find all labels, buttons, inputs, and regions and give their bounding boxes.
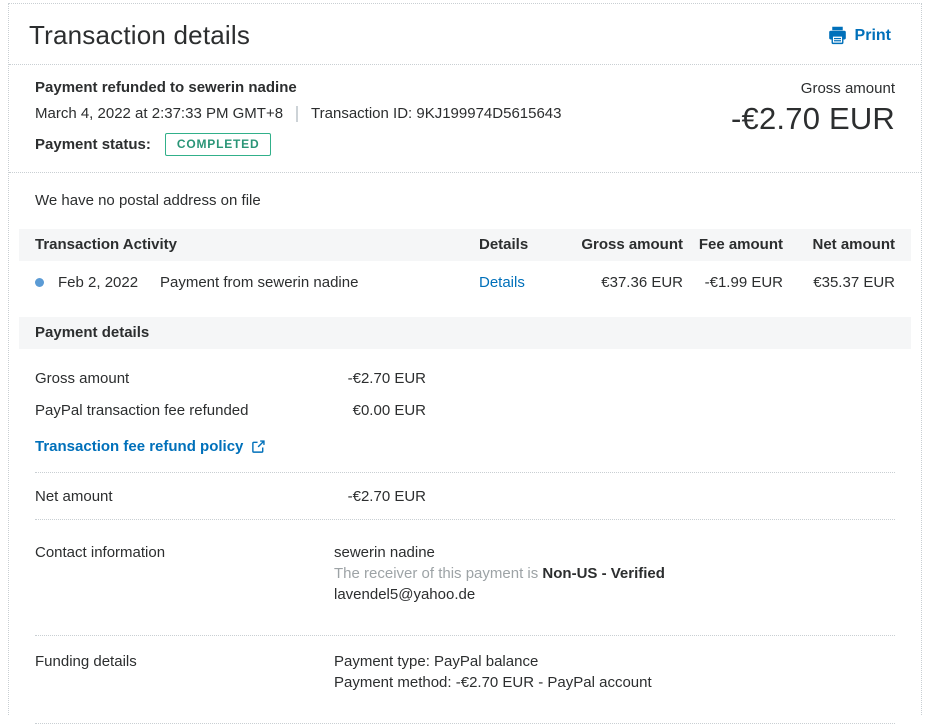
summary-left: Payment refunded to sewerin nadine March… [35, 79, 562, 156]
net-amount-row: Net amount -€2.70 EUR [35, 479, 895, 514]
fee-refunded-row: PayPal transaction fee refunded €0.00 EU… [35, 396, 895, 428]
transaction-id: Transaction ID: 9KJ199974D5615643 [311, 105, 562, 122]
printer-icon [827, 25, 848, 46]
column-header-gross: Gross amount [581, 236, 683, 253]
summary-section: Payment refunded to sewerin nadine March… [9, 65, 921, 173]
net-amount-row-label: Net amount [35, 488, 113, 505]
contact-name: sewerin nadine [334, 544, 435, 561]
activity-title: Transaction Activity [35, 236, 177, 253]
column-header-fee: Fee amount [698, 236, 783, 253]
column-header-details: Details [479, 236, 529, 253]
status-row: Payment status: COMPLETED [35, 133, 562, 156]
row-description: Payment from sewerin nadine [160, 274, 359, 291]
funding-payment-method: Payment method: -€2.70 EUR - PayPal acco… [334, 674, 652, 691]
gross-amount-value: -€2.70 EUR [731, 101, 895, 136]
row-fee-amount: -€1.99 EUR [704, 274, 783, 291]
contact-information-value: sewerin nadine The receiver of this paym… [334, 542, 895, 605]
payment-details-title: Payment details [35, 324, 150, 341]
divider [35, 472, 895, 473]
gross-amount-label: Gross amount [800, 80, 895, 97]
fee-refunded-row-value: €0.00 EUR [352, 402, 426, 419]
payment-details-section: Gross amount -€2.70 EUR PayPal transacti… [9, 349, 921, 724]
row-details-link[interactable]: Details [479, 274, 541, 291]
funding-details-value: Payment type: PayPal balance Payment met… [334, 651, 895, 693]
gross-amount-row-value: -€2.70 EUR [347, 370, 426, 387]
postal-note: We have no postal address on file [35, 192, 261, 209]
page-header: Transaction details Print [9, 4, 921, 65]
summary-right: Gross amount -€2.70 EUR [731, 79, 895, 156]
fee-refunded-row-label: PayPal transaction fee refunded [35, 402, 249, 419]
row-gross-amount: €37.36 EUR [601, 274, 683, 291]
contact-information-label: Contact information [35, 544, 166, 561]
gross-amount-row: Gross amount -€2.70 EUR [35, 361, 895, 396]
receiver-status: Non-US - Verified [542, 565, 665, 582]
payment-status-label: Payment status: [35, 136, 151, 153]
gross-amount-row-label: Gross amount [35, 370, 130, 387]
column-header-net: Net amount [812, 236, 896, 253]
row-left: Feb 2, 2022 Payment from sewerin nadine [35, 274, 479, 291]
print-button-label: Print [854, 26, 891, 44]
transaction-details-page: Transaction details Print Payment refund… [8, 3, 922, 724]
page-title: Transaction details [29, 20, 251, 50]
row-net-amount: €35.37 EUR [813, 274, 895, 291]
activity-header: Transaction Activity Details Gross amoun… [19, 229, 911, 261]
print-button[interactable]: Print [827, 25, 891, 46]
table-row: Feb 2, 2022 Payment from sewerin nadine … [19, 261, 911, 305]
payment-details-header: Payment details [19, 317, 911, 349]
status-dot-icon [35, 278, 44, 287]
status-badge: COMPLETED [164, 133, 272, 156]
funding-details-label: Funding details [35, 653, 137, 670]
contact-email: lavendel5@yahoo.de [334, 586, 476, 603]
transaction-date: March 4, 2022 at 2:37:33 PM GMT+8 [35, 105, 284, 122]
external-link-icon [251, 439, 266, 454]
date-row: March 4, 2022 at 2:37:33 PM GMT+8 Transa… [35, 105, 562, 122]
receiver-note: The receiver of this payment is [334, 565, 543, 582]
funding-details-row: Funding details Payment type: PayPal bal… [35, 636, 895, 715]
net-amount-row-value: -€2.70 EUR [347, 488, 426, 505]
funding-payment-type: Payment type: PayPal balance [334, 653, 539, 670]
payment-title: Payment refunded to sewerin nadine [35, 79, 297, 96]
policy-row: Transaction fee refund policy [35, 428, 895, 467]
contact-receiver-line: The receiver of this payment is Non-US -… [334, 563, 895, 584]
vertical-divider [296, 105, 299, 122]
row-date: Feb 2, 2022 [58, 274, 139, 291]
divider [35, 519, 895, 520]
fee-refund-policy-link[interactable]: Transaction fee refund policy [35, 438, 243, 455]
contact-information-row: Contact information sewerin nadine The r… [35, 526, 895, 625]
